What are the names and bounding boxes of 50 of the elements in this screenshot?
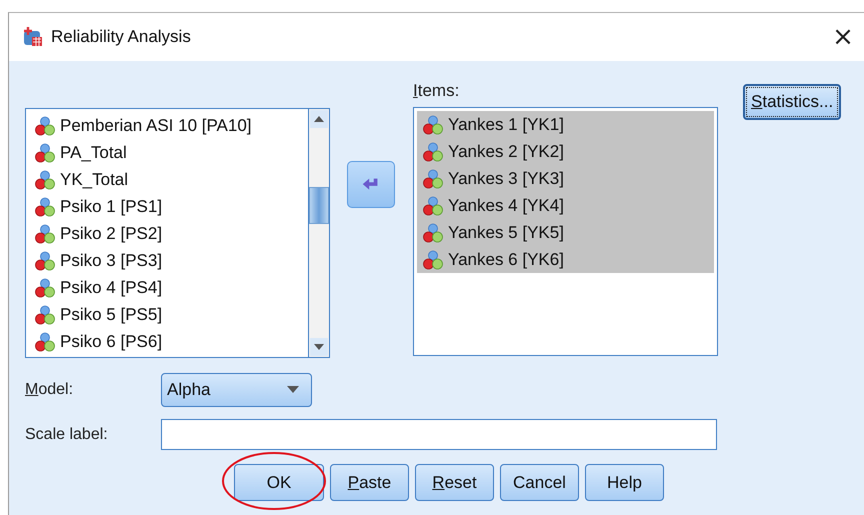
close-button[interactable]: ×: [828, 24, 858, 50]
window-title: Reliability Analysis: [51, 27, 192, 47]
scroll-thumb[interactable]: [309, 187, 329, 224]
variable-icon: [423, 114, 443, 134]
variable-item[interactable]: Psiko 5 [PS5]: [26, 301, 308, 328]
variable-item[interactable]: Psiko 4 [PS4]: [26, 274, 308, 301]
variable-icon: [35, 224, 55, 244]
scroll-down-icon[interactable]: [310, 338, 328, 356]
item-row[interactable]: Yankes 4 [YK4]: [417, 192, 714, 219]
variable-icon: [35, 332, 55, 352]
dialog-button[interactable]: Reset: [415, 464, 494, 501]
variable-item[interactable]: Pemberian ASI 10 [PA10]: [26, 112, 308, 139]
items-label: Items:: [413, 81, 460, 102]
dialog-button[interactable]: Help: [585, 464, 664, 501]
item-row[interactable]: Yankes 1 [YK1]: [417, 111, 714, 138]
move-button[interactable]: [347, 161, 395, 208]
item-row[interactable]: Yankes 3 [YK3]: [417, 165, 714, 192]
variable-icon: [423, 142, 443, 162]
app-icon: [22, 26, 44, 48]
model-dropdown[interactable]: Alpha: [161, 373, 312, 407]
dialog-button[interactable]: OK: [234, 464, 324, 501]
variable-item[interactable]: Psiko 3 [PS3]: [26, 247, 308, 274]
variable-icon: [423, 250, 443, 270]
model-label: Model:: [25, 381, 74, 399]
variable-icon: [35, 196, 55, 216]
variable-icon: [35, 278, 55, 298]
item-row[interactable]: Yankes 6 [YK6]: [417, 246, 714, 273]
item-row[interactable]: Yankes 2 [YK2]: [417, 138, 714, 165]
variable-icon: [35, 304, 55, 324]
statistics-button[interactable]: Statistics...: [743, 84, 842, 120]
variable-icon: [423, 168, 443, 188]
variable-icon: [35, 250, 55, 270]
variable-icon: [423, 196, 443, 216]
variable-item[interactable]: Psiko 2 [PS2]: [26, 220, 308, 247]
scale-label-field[interactable]: [161, 419, 717, 450]
variable-icon: [35, 142, 55, 162]
variable-icon: [423, 222, 443, 242]
variable-item[interactable]: PA_Total: [26, 139, 308, 166]
scale-label: Scale label:: [25, 426, 109, 444]
variable-icon: [35, 116, 55, 136]
caret-icon: [287, 386, 299, 394]
scrollbar[interactable]: [308, 109, 329, 357]
variable-item[interactable]: Psiko 1 [PS1]: [26, 193, 308, 220]
scroll-up-icon[interactable]: [310, 110, 328, 128]
dialog-button[interactable]: Paste: [330, 464, 409, 501]
variable-item[interactable]: Psiko 6 [PS6]: [26, 328, 308, 355]
item-row[interactable]: Yankes 5 [YK5]: [417, 219, 714, 246]
variable-icon: [35, 170, 55, 190]
dialog-button[interactable]: Cancel: [500, 464, 579, 501]
variable-item[interactable]: YK_Total: [26, 166, 308, 193]
